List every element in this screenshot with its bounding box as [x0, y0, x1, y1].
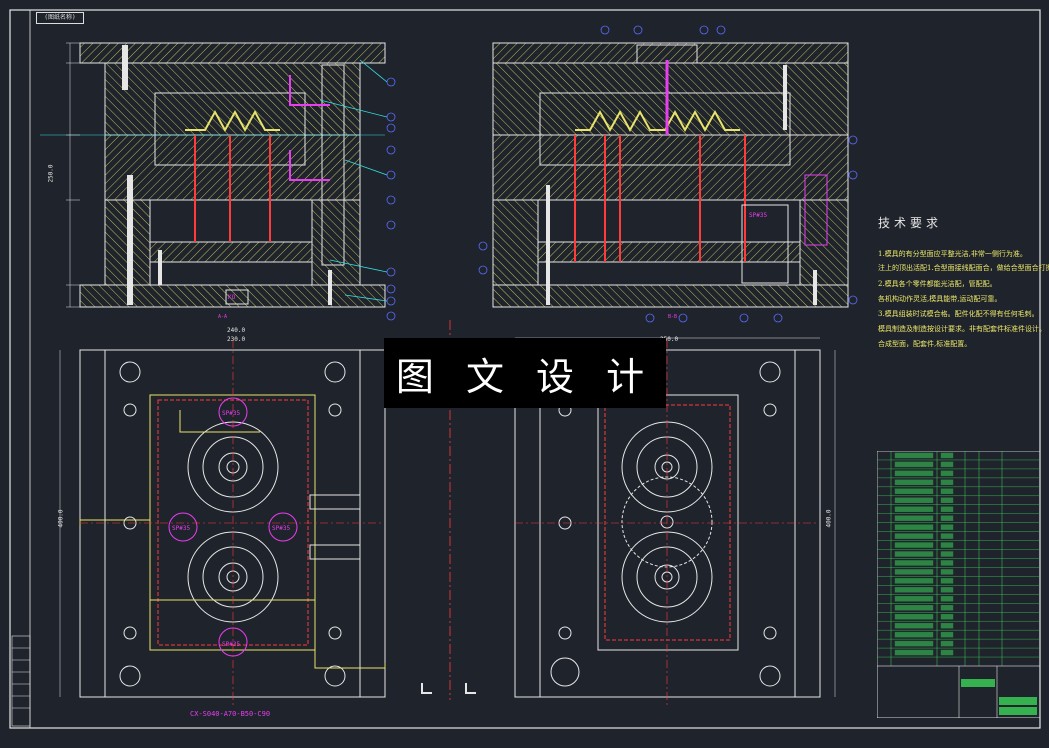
bom-row-text	[894, 479, 934, 486]
watermark-text: 图 文 设 计	[395, 354, 655, 399]
sp-label-4: SP#35	[272, 525, 291, 532]
bom-row-material	[940, 479, 954, 486]
bom-row-material	[940, 649, 954, 656]
bom-row-text	[894, 533, 934, 539]
view-mark-2	[465, 683, 476, 694]
bom-row-text	[894, 631, 934, 638]
bom-row-text	[894, 622, 934, 629]
bom-row-material	[940, 640, 954, 647]
bom-row-text	[894, 488, 934, 494]
bom-row-material	[940, 560, 954, 566]
bom-row-material	[940, 452, 954, 459]
drawing-tag: (图纸名称)	[36, 12, 84, 24]
plan-view-left	[59, 340, 386, 705]
dim-plan-right: 400.0	[825, 509, 833, 528]
bom-row-material	[940, 614, 954, 620]
bom-row-material	[940, 515, 954, 521]
bom-row-text	[894, 560, 934, 566]
section-label-b: B-B	[668, 314, 678, 320]
bom-row-material	[940, 578, 954, 584]
bom-row-material	[940, 497, 954, 503]
bom-row-text	[894, 470, 934, 477]
section-view-b	[492, 42, 849, 308]
bom-row-material	[940, 488, 954, 494]
sp-label-1: SP#35	[749, 212, 768, 219]
revision-table	[11, 635, 31, 727]
bom-row-material	[940, 461, 954, 468]
bom-row-material	[940, 533, 954, 539]
bom-row-text	[894, 649, 934, 656]
tech-requirement-line: 合成型面，配套件,标准配置。	[878, 340, 972, 348]
tech-requirements-title: 技术要求	[878, 216, 943, 230]
dim-width-top: 240.0	[227, 327, 246, 334]
bom-row-text	[894, 578, 934, 584]
bom-row-material	[940, 622, 954, 629]
dim-width-inner: 230.0	[227, 336, 246, 343]
sp-label-2: SP#35	[222, 410, 241, 417]
mold-base-code: CX-S040-A70-B50-C90	[190, 710, 271, 718]
tech-requirement-line: 注上的顶出活配1.合型面接线配面合，做给合型面合打抛光。	[878, 264, 1049, 272]
bom-row-material	[940, 605, 954, 611]
ko-label: KO	[228, 294, 236, 301]
bom-row-material	[940, 524, 954, 530]
bill-of-materials	[877, 451, 1040, 718]
bom-row-material	[940, 551, 954, 557]
bom-row-text	[894, 542, 934, 548]
bom-row-text	[894, 506, 934, 512]
tech-requirement-line: 3.模具组装时试模合格。配件化配不得有任何毛刺。	[878, 310, 1039, 318]
bom-row-text	[894, 452, 934, 459]
bom-row-text	[894, 515, 934, 521]
tech-requirement-line: 模具制造及制造按设计要求。非有配套件标准件设计。	[878, 325, 1046, 333]
view-mark-1	[421, 683, 432, 694]
tech-requirement-line: 2.模具各个零件都能光洁配，管配配。	[878, 280, 997, 288]
dim-plan-left: 400.0	[57, 509, 65, 528]
bom-row-material	[940, 569, 954, 575]
bom-row-text	[894, 614, 934, 620]
tech-requirement-line: 1.模具的有分型面应平整光洁,非常一侧行为准。	[878, 250, 1027, 258]
sp-label-5: SP#35	[222, 641, 241, 648]
bom-row-text	[894, 461, 934, 468]
dim-height-left: 250.0	[47, 164, 55, 183]
bom-row-text	[894, 551, 934, 557]
bom-row-material	[940, 631, 954, 638]
bom-row-material	[940, 506, 954, 512]
sp-label-3: SP#35	[172, 525, 191, 532]
bom-row-text	[894, 605, 934, 611]
bom-row-text	[894, 497, 934, 503]
bom-row-material	[940, 470, 954, 477]
section-view-a	[40, 42, 386, 308]
bom-row-material	[940, 596, 954, 602]
watermark-banner: 图 文 设 计	[384, 338, 666, 408]
bom-row-text	[894, 569, 934, 575]
bom-row-text	[894, 596, 934, 602]
bom-row-text	[894, 524, 934, 530]
bom-row-material	[940, 542, 954, 548]
tech-requirement-line: 各机构动作灵活,模具能带,运动配可靠。	[878, 295, 1002, 303]
dim-column-left	[66, 42, 80, 308]
section-label-a: A-A	[218, 314, 228, 320]
bom-row-text	[894, 640, 934, 647]
bom-row-text	[894, 587, 934, 593]
bom-row-material	[940, 587, 954, 593]
